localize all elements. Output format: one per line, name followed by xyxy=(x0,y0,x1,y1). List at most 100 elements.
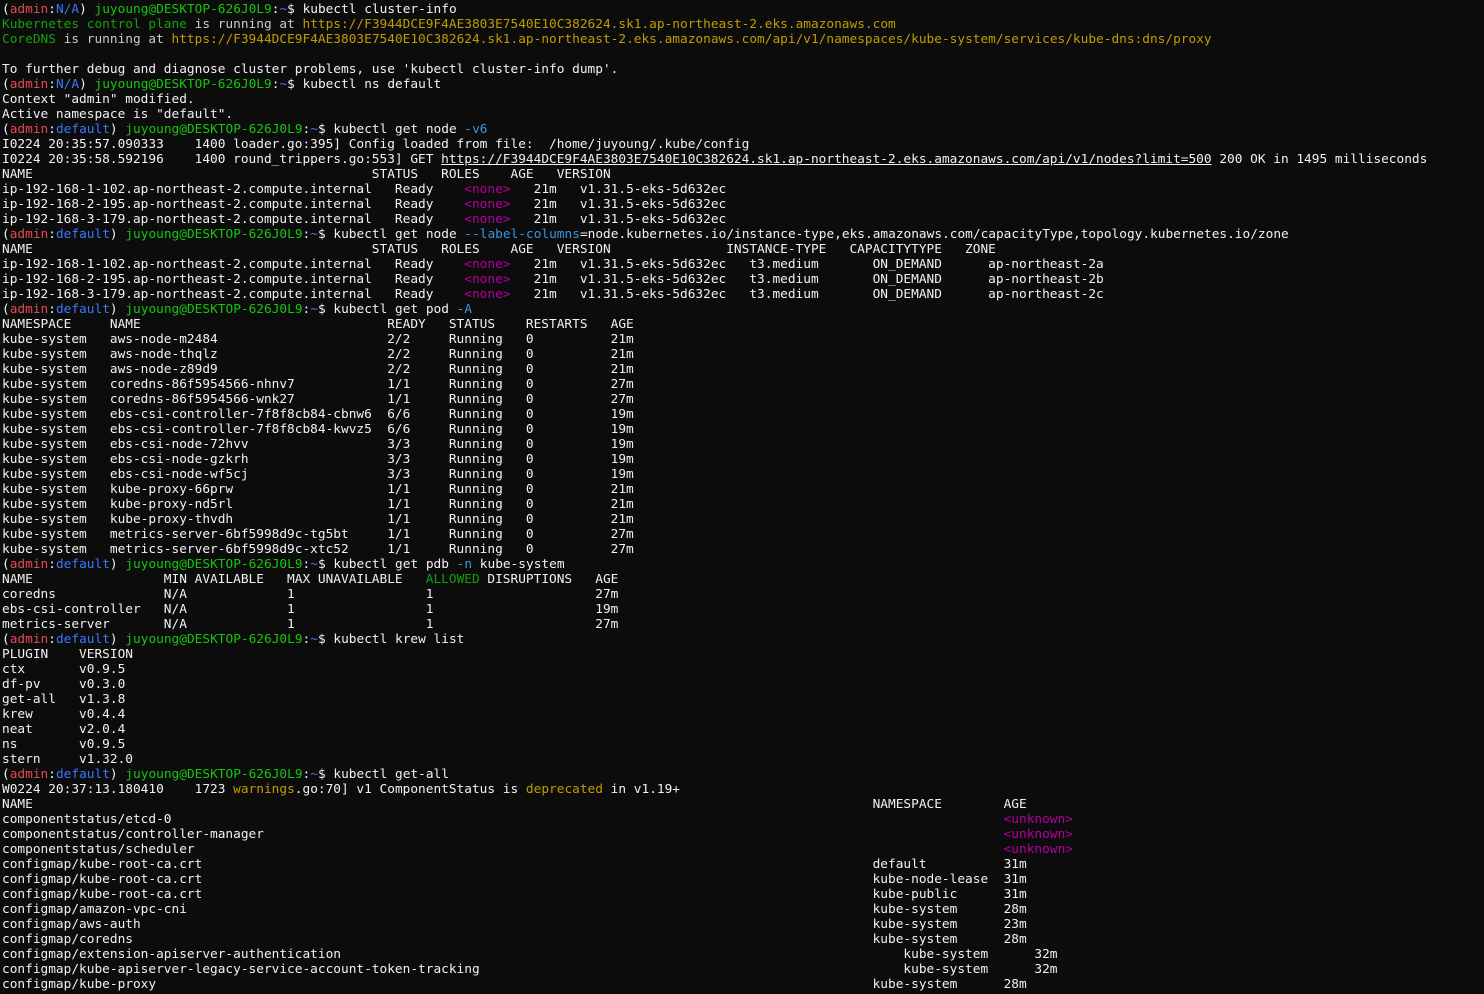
terminal-text-segment: ( xyxy=(2,557,10,572)
terminal-text-segment: 21m v1.31.5-eks-5d632ec t3.medium ON_DEM… xyxy=(510,272,1104,287)
terminal-text-segment: ~ xyxy=(310,302,318,317)
terminal-text-segment: ~ xyxy=(310,557,318,572)
terminal-line: NAME NAMESPACE AGE xyxy=(2,797,1484,812)
terminal-line: kube-system kube-proxy-thvdh 1/1 Running… xyxy=(2,512,1484,527)
terminal-text-segment: ) xyxy=(109,632,126,647)
terminal-text-segment: -v6 xyxy=(464,122,488,137)
terminal-line: configmap/kube-proxy kube-system 28m xyxy=(2,977,1484,992)
terminal-text-segment: ip-192-168-3-179.ap-northeast-2.compute.… xyxy=(2,287,465,302)
terminal-text-segment: N/A xyxy=(55,77,80,92)
terminal-text-segment: 200 OK in 1495 milliseconds xyxy=(1211,152,1428,167)
terminal-line: configmap/kube-root-ca.crt kube-node-lea… xyxy=(2,872,1484,887)
terminal-text-segment: : xyxy=(48,122,56,137)
terminal-text-segment: admin xyxy=(9,632,49,647)
terminal-line: configmap/amazon-vpc-cni kube-system 28m xyxy=(2,902,1484,917)
terminal-line: ip-192-168-1-102.ap-northeast-2.compute.… xyxy=(2,257,1484,272)
terminal-text-segment: : xyxy=(48,557,56,572)
terminal-text-segment: admin xyxy=(9,227,49,242)
terminal-text-segment: NAME NAMESPACE AGE xyxy=(2,797,1027,812)
terminal-line: df-pv v0.3.0 xyxy=(2,677,1484,692)
terminal-text-segment: .go:70] v1 ComponentStatus is xyxy=(294,782,526,797)
terminal-text-segment: metrics-server N/A 1 1 27m xyxy=(2,617,619,632)
terminal-line: ip-192-168-2-195.ap-northeast-2.compute.… xyxy=(2,272,1484,287)
terminal-text-segment: componentstatus/etcd-0 xyxy=(2,812,1004,827)
terminal-line: (admin:N/A) juyoung@DESKTOP-626J0L9:~$ k… xyxy=(2,77,1484,92)
terminal-text-segment: default xyxy=(55,632,110,647)
terminal-text-segment: <none> xyxy=(464,182,511,197)
terminal-line: To further debug and diagnose cluster pr… xyxy=(2,62,1484,77)
terminal-line: NAME STATUS ROLES AGE VERSION INSTANCE-T… xyxy=(2,242,1484,257)
terminal-text-segment: default xyxy=(55,302,110,317)
terminal-line: kube-system aws-node-z89d9 2/2 Running 0… xyxy=(2,362,1484,377)
terminal-line: componentstatus/scheduler <unknown> xyxy=(2,842,1484,857)
terminal-text-segment: $ kubectl cluster-info xyxy=(287,2,457,17)
terminal-text-segment: : xyxy=(48,767,56,782)
terminal-text-segment: kube-system kube-proxy-nd5rl 1/1 Running… xyxy=(2,497,634,512)
terminal-text-segment: configmap/kube-apiserver-legacy-service-… xyxy=(2,962,1058,977)
terminal-text-segment: https://F3944DCE9F4AE3803E7540E10C382624… xyxy=(171,32,1212,47)
terminal-text-segment: is running at xyxy=(186,17,303,32)
terminal-line: componentstatus/controller-manager <unkn… xyxy=(2,827,1484,842)
terminal-line: kube-system aws-node-thqlz 2/2 Running 0… xyxy=(2,347,1484,362)
terminal-line: kube-system ebs-csi-controller-7f8f8cb84… xyxy=(2,407,1484,422)
terminal-window[interactable]: (admin:N/A) juyoung@DESKTOP-626J0L9:~$ k… xyxy=(0,0,1484,994)
terminal-line: coredns N/A 1 1 27m xyxy=(2,587,1484,602)
terminal-text-segment: kube-system aws-node-thqlz 2/2 Running 0… xyxy=(2,347,634,362)
terminal-text-segment: ~ xyxy=(310,767,318,782)
terminal-text-segment: default xyxy=(55,122,110,137)
terminal-line: configmap/aws-auth kube-system 23m xyxy=(2,917,1484,932)
terminal-line: krew v0.4.4 xyxy=(2,707,1484,722)
terminal-line: Context "admin" modified. xyxy=(2,92,1484,107)
terminal-text-segment: configmap/extension-apiserver-authentica… xyxy=(2,947,1058,962)
terminal-text-segment: kube-system aws-node-m2484 2/2 Running 0… xyxy=(2,332,634,347)
terminal-text-segment: kube-system coredns-86f5954566-nhnv7 1/1… xyxy=(2,377,634,392)
terminal-line: kube-system ebs-csi-node-gzkrh 3/3 Runni… xyxy=(2,452,1484,467)
terminal-line: ns v0.9.5 xyxy=(2,737,1484,752)
terminal-text-segment: : xyxy=(48,632,56,647)
terminal-text-segment: admin xyxy=(9,122,49,137)
terminal-line: kube-system aws-node-m2484 2/2 Running 0… xyxy=(2,332,1484,347)
terminal-line: stern v1.32.0 xyxy=(2,752,1484,767)
terminal-text-segment: <none> xyxy=(464,272,511,287)
terminal-text-segment: in v1.19+ xyxy=(602,782,681,797)
terminal-text-segment: ctx v0.9.5 xyxy=(2,662,126,677)
terminal-text-segment: <unknown> xyxy=(1003,842,1073,857)
terminal-line: kube-system coredns-86f5954566-wnk27 1/1… xyxy=(2,392,1484,407)
terminal-text-segment: <none> xyxy=(464,197,511,212)
terminal-text-segment: $ kubectl get node xyxy=(317,122,465,137)
terminal-text-segment: krew v0.4.4 xyxy=(2,707,126,722)
terminal-text-segment: ns v0.9.5 xyxy=(2,737,126,752)
terminal-text-segment: kube-system ebs-csi-node-wf5cj 3/3 Runni… xyxy=(2,467,634,482)
terminal-text-segment: ~ xyxy=(310,227,318,242)
terminal-text-segment: juyoung@DESKTOP-626J0L9 xyxy=(125,632,303,647)
terminal-line: kube-system kube-proxy-66prw 1/1 Running… xyxy=(2,482,1484,497)
terminal-line: (admin:default) juyoung@DESKTOP-626J0L9:… xyxy=(2,302,1484,317)
terminal-text-segment: NAMESPACE NAME READY STATUS RESTARTS AGE xyxy=(2,317,634,332)
terminal-line: W0224 20:37:13.180410 1723 warnings.go:7… xyxy=(2,782,1484,797)
terminal-text-segment: --label-columns xyxy=(464,227,580,242)
terminal-text-segment: 21m v1.31.5-eks-5d632ec xyxy=(510,197,727,212)
terminal-text-segment: admin xyxy=(9,557,49,572)
terminal-text-segment: N/A xyxy=(55,2,80,17)
terminal-text-segment: <none> xyxy=(464,212,511,227)
terminal-text-segment: ( xyxy=(2,632,10,647)
terminal-line: (admin:N/A) juyoung@DESKTOP-626J0L9:~$ k… xyxy=(2,2,1484,17)
terminal-text-segment: Kubernetes control plane xyxy=(2,17,187,32)
terminal-line: PLUGIN VERSION xyxy=(2,647,1484,662)
terminal-line: configmap/kube-root-ca.crt kube-public 3… xyxy=(2,887,1484,902)
terminal-line: configmap/kube-root-ca.crt default 31m xyxy=(2,857,1484,872)
terminal-text-segment: $ kubectl get-all xyxy=(317,767,449,782)
terminal-text-segment: ip-192-168-1-102.ap-northeast-2.compute.… xyxy=(2,257,465,272)
terminal-line: metrics-server N/A 1 1 27m xyxy=(2,617,1484,632)
terminal-text-segment: <unknown> xyxy=(1003,812,1073,827)
terminal-line: ip-192-168-2-195.ap-northeast-2.compute.… xyxy=(2,197,1484,212)
terminal-text-segment: configmap/kube-root-ca.crt kube-public 3… xyxy=(2,887,1027,902)
terminal-line: Kubernetes control plane is running at h… xyxy=(2,17,1484,32)
terminal-text-segment: ip-192-168-2-195.ap-northeast-2.compute.… xyxy=(2,272,465,287)
terminal-text-segment: $ kubectl krew list xyxy=(317,632,465,647)
terminal-text-segment: : xyxy=(48,302,56,317)
terminal-text-segment: admin xyxy=(9,77,49,92)
terminal-text-segment: kube-system ebs-csi-controller-7f8f8cb84… xyxy=(2,422,634,437)
terminal-text-segment: ( xyxy=(2,122,10,137)
terminal-text-segment: ( xyxy=(2,302,10,317)
